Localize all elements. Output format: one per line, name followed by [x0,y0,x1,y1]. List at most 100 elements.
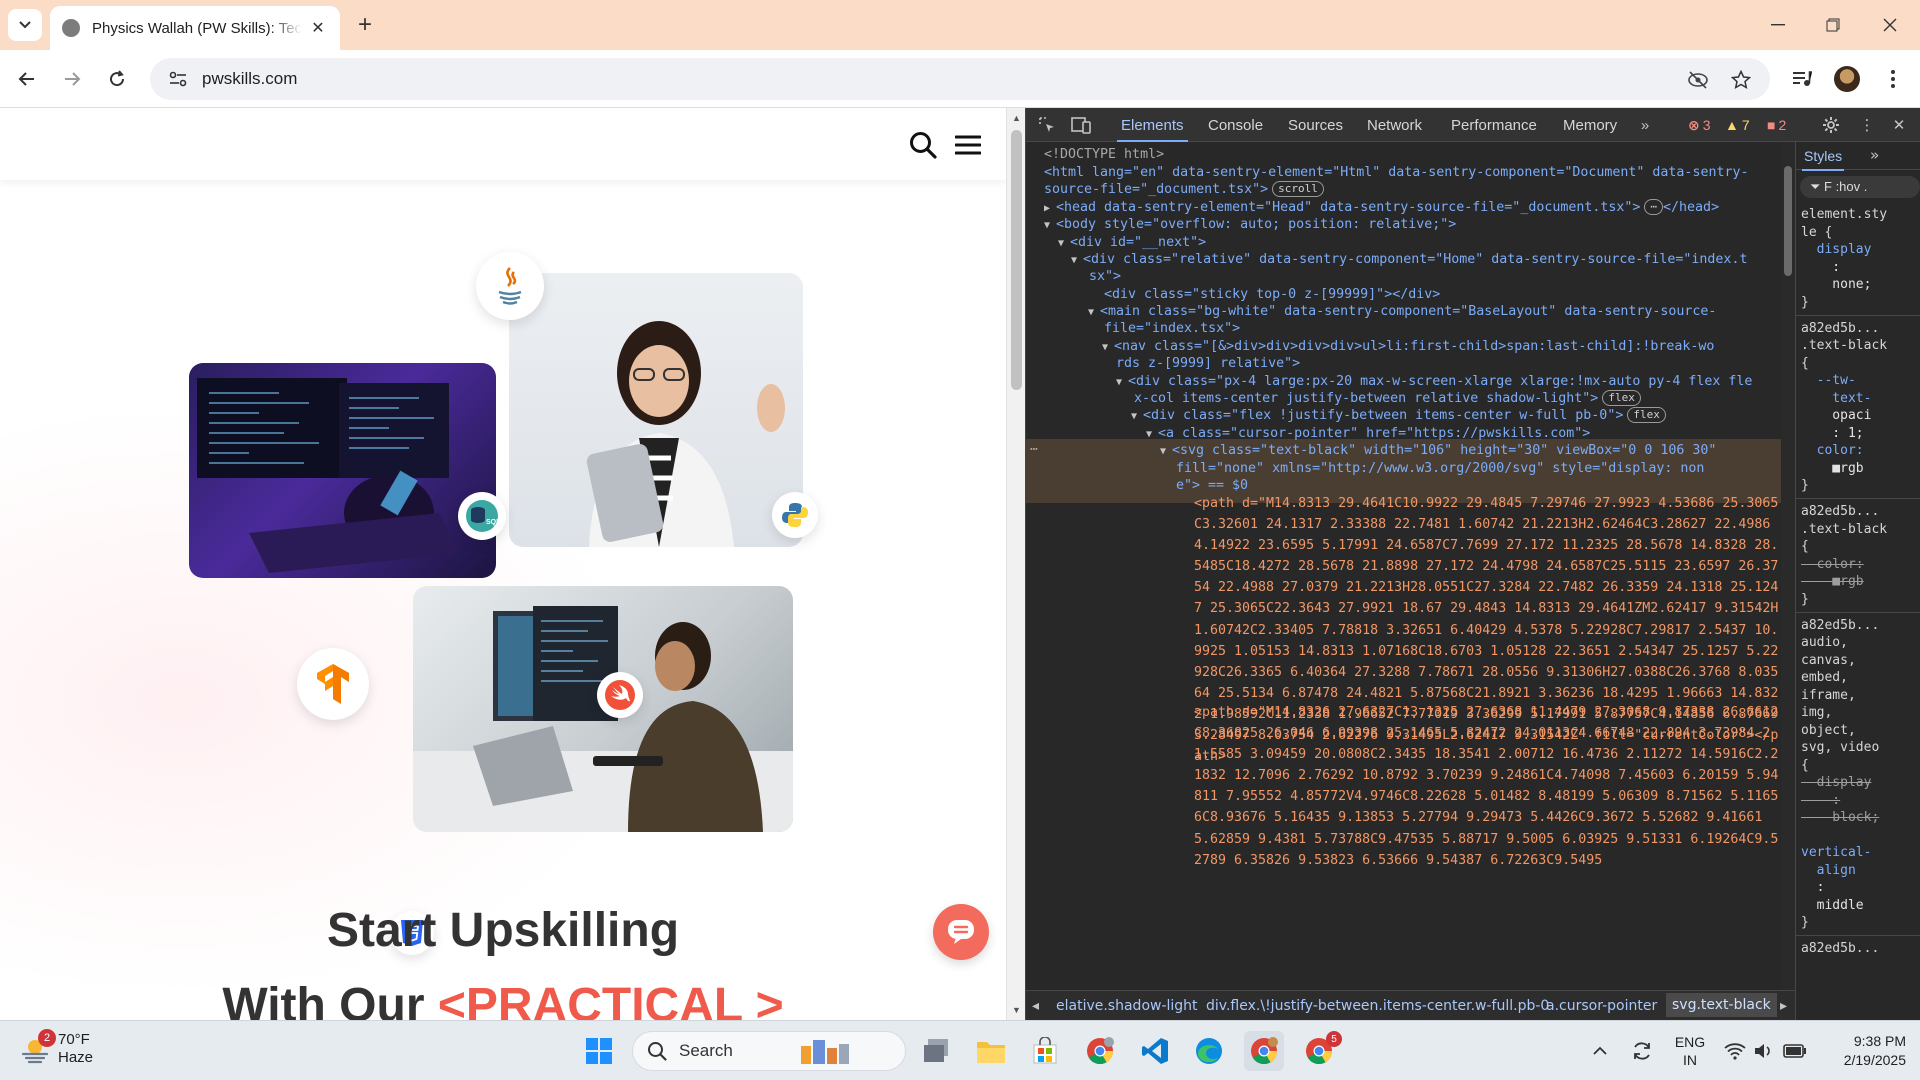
style-rule-line[interactable]: display [1801,241,1872,259]
elements-scrollbar[interactable] [1781,142,1795,990]
style-rule-line[interactable]: color: [1801,442,1864,460]
style-rule-line[interactable]: opaci [1801,407,1871,425]
style-rule-line[interactable]: object, [1801,722,1856,740]
chrome-profile-icon[interactable] [1080,1031,1120,1071]
breadcrumb-scroll-left-icon[interactable]: ◂ [1032,998,1039,1014]
new-tab-button[interactable]: + [352,11,378,38]
forward-button[interactable] [56,63,88,95]
error-counter[interactable]: ⊗ 3 [1688,108,1711,142]
ellipsis-badge[interactable]: ⋯ [1644,199,1664,215]
style-rule-line[interactable]: .text-black [1801,521,1887,539]
chat-support-button[interactable] [933,904,989,960]
site-info-icon[interactable] [166,67,190,91]
more-tabs-chevron-icon[interactable]: » [1634,114,1656,136]
inspect-element-icon[interactable] [1036,114,1058,136]
style-rule-line[interactable]: embed, [1801,669,1848,687]
style-rule-line[interactable]: } [1801,914,1809,932]
style-rule-line[interactable]: audio, [1801,634,1848,652]
style-rule-line[interactable]: middle [1801,897,1864,915]
elements-scrollbar-thumb[interactable] [1784,166,1792,276]
scroll-up-arrow-icon[interactable]: ▲ [1007,110,1026,126]
styles-filter-input[interactable]: ⏷ F :hov . [1800,176,1920,198]
devtools-tab-performance[interactable]: Performance [1451,108,1537,142]
profile-avatar-button[interactable] [1831,63,1863,95]
back-button[interactable] [11,63,43,95]
page-scrollbar[interactable]: ▲ ▼ [1006,108,1025,1020]
windows-start-button[interactable] [579,1031,619,1071]
style-rule-line[interactable]: le { [1801,224,1832,242]
dom-line-path-2[interactable]: <path d="M14.8326 27.6327C13.1325 27.636… [1194,702,1779,871]
devtools-tab-memory[interactable]: Memory [1563,108,1617,142]
breadcrumb-scroll-right-icon[interactable]: ▸ [1780,998,1787,1014]
style-rule-line[interactable]: ■rgb [1801,460,1863,478]
style-rule-line[interactable]: : [1801,879,1825,897]
page-scrollbar-thumb[interactable] [1011,130,1022,390]
hamburger-menu-icon[interactable] [954,134,982,156]
language-indicator[interactable]: ENG IN [1670,1033,1710,1069]
chrome-active-icon[interactable] [1244,1031,1284,1071]
tab-close-icon[interactable]: ✕ [308,18,328,38]
devtools-more-options-icon[interactable]: ⋮ [1856,114,1878,136]
device-toolbar-icon[interactable] [1070,114,1092,136]
task-view-icon[interactable] [917,1031,957,1071]
style-rule-line[interactable]: ■rgb [1801,573,1863,591]
chrome-notifications-icon[interactable]: 5 [1299,1031,1342,1071]
scroll-badge[interactable]: scroll [1272,181,1324,197]
issues-counter[interactable]: ■ 2 [1767,108,1786,142]
minimize-button[interactable] [1758,10,1798,40]
close-window-button[interactable] [1870,10,1910,40]
restore-button[interactable] [1813,10,1853,40]
flex-badge-2[interactable]: flex [1627,407,1666,423]
style-rule-line[interactable]: none; [1801,276,1871,294]
style-rule-line[interactable]: a82ed5b... [1801,503,1879,521]
warning-counter[interactable]: ▲ 7 [1725,108,1750,142]
browser-tab-active[interactable]: Physics Wallah (PW Skills): Tech ✕ [50,6,340,50]
media-controls-icon[interactable] [1786,63,1818,95]
battery-icon[interactable] [1775,1031,1815,1071]
more-sidebar-tabs-chevron-icon[interactable]: » [1870,146,1879,164]
file-explorer-icon[interactable] [971,1031,1011,1071]
style-rule-line[interactable]: vertical- [1801,844,1871,862]
style-rule-line[interactable]: text- [1801,390,1871,408]
style-rule-line[interactable]: a82ed5b... [1801,320,1879,338]
weather-widget[interactable]: 70°F Haze [20,1031,93,1067]
style-rule-line[interactable]: a82ed5b... [1801,940,1879,958]
styles-tab[interactable]: Styles [1801,148,1845,171]
style-rule-line[interactable]: canvas, [1801,652,1856,670]
scroll-down-arrow-icon[interactable]: ▼ [1007,1002,1026,1018]
style-rule-line[interactable]: { [1801,355,1809,373]
style-rule-line[interactable]: } [1801,294,1809,312]
taskbar-search-box[interactable]: Search [632,1031,906,1071]
style-rule-line[interactable]: color: [1801,556,1864,574]
style-rule-line[interactable]: : [1801,792,1840,810]
devtools-settings-gear-icon[interactable] [1820,114,1842,136]
edge-browser-icon[interactable] [1189,1031,1229,1071]
style-rule-line[interactable]: } [1801,477,1809,495]
style-rule-line[interactable]: block; [1801,809,1879,827]
devtools-tab-network[interactable]: Network [1367,108,1422,142]
reload-button[interactable] [101,63,133,95]
tab-search-button[interactable] [8,9,42,41]
style-rule-line[interactable]: a82ed5b... [1801,617,1879,635]
address-bar[interactable]: pwskills.com [150,58,1770,100]
style-rule-line[interactable]: } [1801,591,1809,609]
browser-menu-button[interactable] [1877,63,1909,95]
style-rule-line[interactable]: { [1801,757,1809,775]
style-rule-line[interactable]: iframe, [1801,687,1856,705]
style-rule-line[interactable]: { [1801,538,1809,556]
show-hidden-icons-chevron-icon[interactable] [1580,1031,1620,1071]
style-rule-line[interactable]: align [1801,862,1856,880]
system-clock[interactable]: 9:38 PM 2/19/2025 [1826,1032,1906,1070]
style-rule-line[interactable]: element.sty [1801,206,1887,224]
style-rule-line[interactable]: svg, video [1801,739,1879,757]
devtools-close-icon[interactable]: ✕ [1888,114,1910,136]
breadcrumb-item[interactable]: a.cursor-pointer [1546,998,1657,1014]
breadcrumb-item[interactable]: div.flex.\!justify-between.items-center.… [1206,998,1549,1014]
elements-dom-tree[interactable]: <!DOCTYPE html> <html lang="en" data-sen… [1026,142,1781,990]
style-rule-line[interactable]: display [1801,774,1872,792]
style-rule-line[interactable]: .text-black [1801,337,1887,355]
style-rule-line[interactable]: : 1; [1801,425,1863,443]
sync-icon[interactable] [1622,1031,1662,1071]
flex-badge[interactable]: flex [1602,390,1641,406]
search-icon[interactable] [908,130,938,160]
